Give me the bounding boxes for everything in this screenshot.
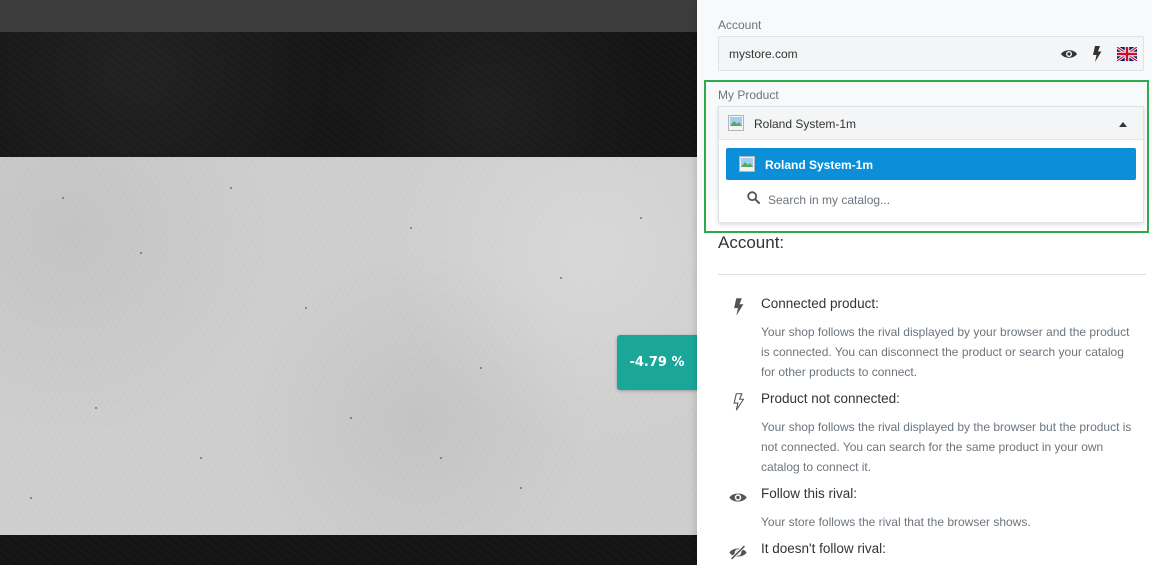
extension-panel: Account mystore.com My Product Roland Sy… (697, 0, 1152, 565)
section-title-account: Account: (718, 233, 785, 252)
background-page: -4.79 % (0, 0, 697, 565)
legend-title: Follow this rival: (761, 486, 858, 501)
legend-description: Your store follows the rival that the br… (761, 515, 1031, 529)
divider (718, 274, 1146, 275)
eye-icon[interactable] (1059, 45, 1079, 63)
legend-title: It doesn't follow rival: (761, 541, 886, 556)
concrete-texture-banner (0, 157, 697, 535)
legend-description: Your shop follows the rival displayed by… (761, 325, 1130, 379)
lightning-outline-icon (727, 391, 749, 413)
discount-badge[interactable]: -4.79 % (617, 335, 697, 390)
eye-icon (727, 486, 749, 508)
lightning-icon[interactable] (1089, 45, 1105, 63)
legend-description: Your shop follows the rival displayed by… (761, 420, 1132, 474)
account-label: Account (718, 18, 762, 32)
uk-flag-icon[interactable] (1116, 45, 1138, 63)
highlight-frame (704, 80, 1149, 233)
legend-title: Connected product: (761, 296, 879, 311)
lightning-filled-icon (727, 296, 749, 318)
legend-title: Product not connected: (761, 391, 900, 406)
account-value: mystore.com (729, 47, 798, 61)
eye-slash-icon (727, 541, 749, 563)
dark-texture-footer (0, 535, 697, 565)
page-top-bar (0, 0, 697, 32)
dark-texture-banner (0, 32, 697, 157)
account-field[interactable]: mystore.com (718, 36, 1144, 71)
